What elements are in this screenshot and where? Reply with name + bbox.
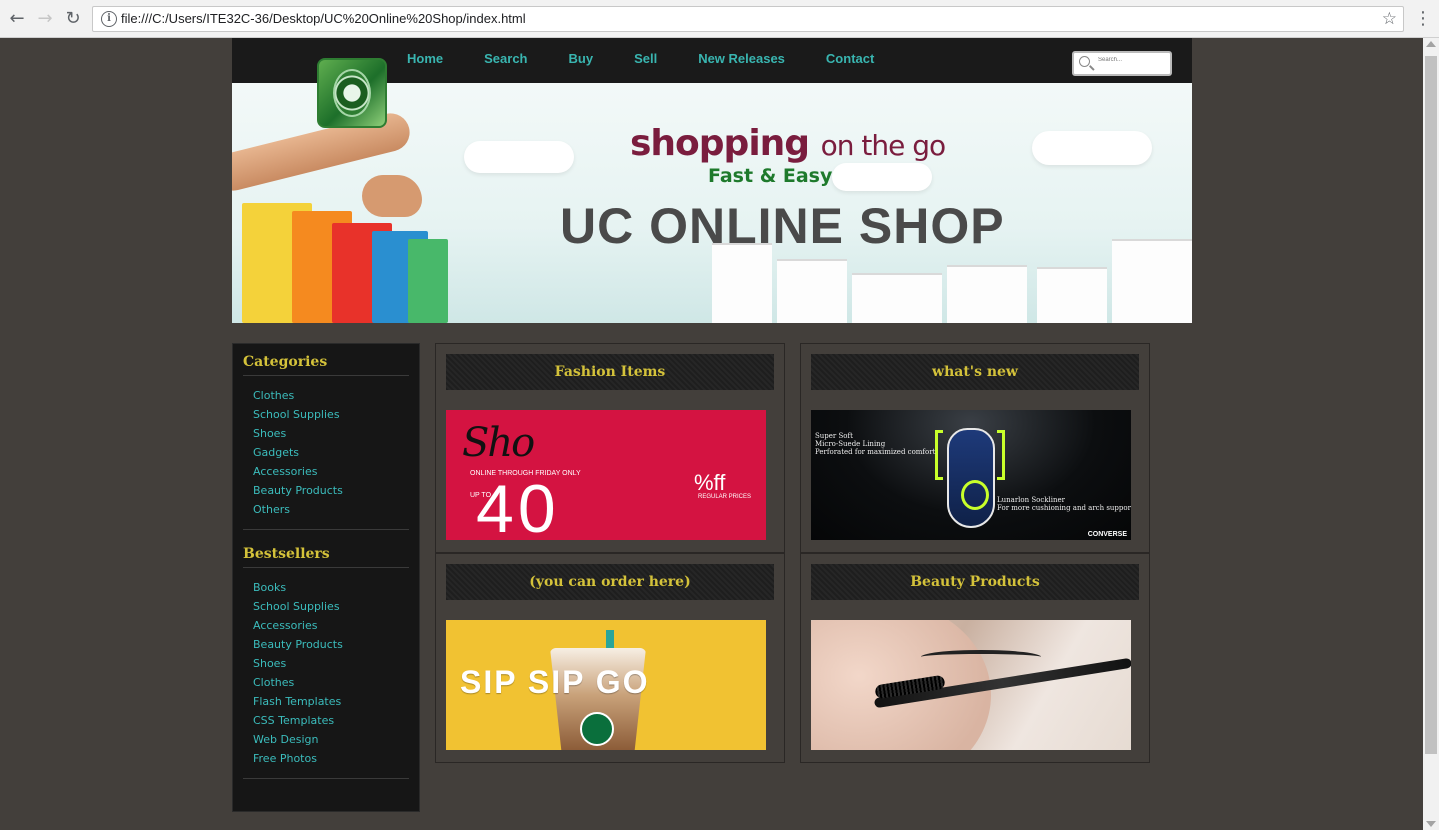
category-link[interactable]: Others [253,500,409,519]
banner-shop-name: UC ONLINE SHOP [560,198,1005,254]
panel-fashion-items: Fashion Items Sho ONLINE THROUGH FRIDAY … [435,343,785,553]
drink-promo-image[interactable]: SIP SIP GO [446,620,766,750]
building-shape [947,265,1027,323]
kebab-menu-icon[interactable]: ⋮ [1414,8,1432,29]
page-scrollbar[interactable] [1423,38,1439,830]
hand-shape [362,175,422,217]
panel-title: Beauty Products [811,564,1139,600]
uc-seal-logo[interactable] [317,58,387,128]
shoe-brand-logo: CONVERSE [1087,531,1127,538]
eyelash-shape [921,650,1041,664]
browser-toolbar: ← → ↻ i file:///C:/Users/ITE32C-36/Deskt… [0,0,1439,38]
info-icon[interactable]: i [101,11,117,27]
bestseller-link[interactable]: Clothes [253,673,409,692]
category-link[interactable]: Gadgets [253,443,409,462]
categories-section: Categories Clothes School Supplies Shoes… [243,354,409,530]
sale-promo-image[interactable]: Sho ONLINE THROUGH FRIDAY ONLY UP TO 40 … [446,410,766,540]
banner-tagline: shopping on the go [630,123,947,164]
building-shape [712,243,772,323]
bestsellers-title: Bestsellers [243,546,409,568]
category-link[interactable]: School Supplies [253,405,409,424]
cloud-shape [832,163,932,191]
bestsellers-list: Books School Supplies Accessories Beauty… [243,578,409,779]
bestseller-link[interactable]: Web Design [253,730,409,749]
panel-title: what's new [811,354,1139,390]
building-shape [777,259,847,323]
nav-sell[interactable]: Sell [634,51,657,66]
bestseller-link[interactable]: CSS Templates [253,711,409,730]
scroll-down-arrow-icon[interactable] [1426,821,1436,827]
drink-slogan: SIP SIP GO [460,664,650,700]
bestseller-link[interactable]: Books [253,578,409,597]
shopping-bag-shape [408,239,448,323]
category-link[interactable]: Accessories [253,462,409,481]
nav-contact[interactable]: Contact [826,51,874,66]
site-header: Home Search Buy Sell New Releases Contac… [232,38,1192,128]
beauty-promo-image[interactable] [811,620,1131,750]
main-nav: Home Search Buy Sell New Releases Contac… [407,51,915,66]
sale-regular-text: REGULAR PRICES [698,494,752,500]
nav-new-releases[interactable]: New Releases [698,51,785,66]
bestseller-link[interactable]: Free Photos [253,749,409,768]
category-link[interactable]: Clothes [253,386,409,405]
cloud-shape [1032,131,1152,165]
bestseller-link[interactable]: Flash Templates [253,692,409,711]
nav-home[interactable]: Home [407,51,443,66]
bestseller-link[interactable]: School Supplies [253,597,409,616]
bracket-shape [997,430,1005,480]
site-search-box[interactable] [1072,51,1172,76]
address-url[interactable]: file:///C:/Users/ITE32C-36/Desktop/UC%20… [121,11,526,26]
building-shape [852,273,942,323]
sidebar: Categories Clothes School Supplies Shoes… [232,343,420,812]
panel-order-here: (you can order here) SIP SIP GO [435,553,785,763]
bracket-shape [935,430,943,480]
banner-tagline-light: on the go [820,129,947,162]
bestsellers-section: Bestsellers Books School Supplies Access… [243,546,409,779]
banner-tagline-bold: shopping [630,123,810,164]
panel-beauty-products: Beauty Products [800,553,1150,763]
categories-title: Categories [243,354,409,376]
shoe-shape [947,428,995,528]
back-arrow-icon[interactable]: ← [6,8,28,30]
shoe-feature-text-1: Super Soft Micro-Suede Lining Perforated… [815,432,936,456]
scroll-thumb[interactable] [1425,56,1437,754]
categories-list: Clothes School Supplies Shoes Gadgets Ac… [243,386,409,530]
category-link[interactable]: Shoes [253,424,409,443]
shoe-feature-text-2: Lunarlon Sockliner For more cushioning a… [997,496,1131,512]
scroll-up-arrow-icon[interactable] [1426,41,1436,47]
category-link[interactable]: Beauty Products [253,481,409,500]
building-shape [1112,239,1192,323]
search-icon [1079,56,1090,67]
banner-subtitle: Fast & Easy [708,165,833,187]
reload-icon[interactable]: ↻ [62,8,84,30]
forward-arrow-icon[interactable]: → [34,8,56,30]
panel-title: Fashion Items [446,354,774,390]
sale-percent-number: 40 [476,471,560,540]
building-shape [1037,267,1107,323]
nav-search[interactable]: Search [484,51,527,66]
panel-title: (you can order here) [446,564,774,600]
sockliner-glow-shape [961,480,989,510]
site-container: Home Search Buy Sell New Releases Contac… [232,38,1192,323]
site-search-input[interactable] [1098,57,1168,63]
cloud-shape [464,141,574,173]
star-icon[interactable]: ☆ [1382,9,1397,29]
seal-emblem-icon [333,69,371,117]
bestseller-link[interactable]: Shoes [253,654,409,673]
cup-logo-icon [580,712,614,746]
bestseller-link[interactable]: Accessories [253,616,409,635]
bestseller-link[interactable]: Beauty Products [253,635,409,654]
panel-whats-new: what's new Super Soft Micro-Suede Lining… [800,343,1150,553]
sale-off-text: %ff [694,470,726,495]
sale-script-text: Sho [462,420,535,466]
address-bar[interactable]: i file:///C:/Users/ITE32C-36/Desktop/UC%… [92,6,1404,32]
nav-buy[interactable]: Buy [569,51,594,66]
shoe-promo-image[interactable]: Super Soft Micro-Suede Lining Perforated… [811,410,1131,540]
